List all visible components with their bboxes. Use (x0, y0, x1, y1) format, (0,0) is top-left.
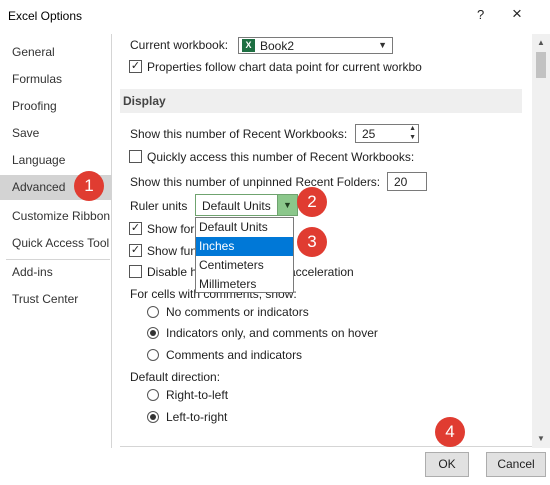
ruler-units-value: Default Units (202, 199, 271, 213)
indicators-only-label: Indicators only, and comments on hover (166, 326, 378, 340)
default-direction-label: Default direction: (130, 370, 221, 384)
left-to-right-radio[interactable] (147, 411, 159, 423)
show-function-screentips-label: Show fun (147, 244, 198, 258)
callout-badge-1: 1 (74, 171, 104, 201)
sidebar-item-proofing[interactable]: Proofing (0, 94, 112, 119)
recent-workbooks-value: 25 (362, 127, 376, 141)
sidebar-item-add-ins[interactable]: Add-ins (0, 260, 112, 285)
ruler-option-centimeters[interactable]: Centimeters (196, 256, 293, 275)
ok-button[interactable]: OK (425, 452, 469, 477)
quick-access-label: Quickly access this number of Recent Wor… (147, 150, 415, 164)
indicators-only-radio[interactable] (147, 327, 159, 339)
sidebar-item-customize-ribbon[interactable]: Customize Ribbon (0, 204, 112, 229)
footer-divider (120, 446, 532, 447)
ruler-units-label: Ruler units (130, 199, 188, 213)
scrollbar-thumb[interactable] (536, 52, 546, 78)
scroll-down-icon[interactable]: ▼ (537, 434, 545, 443)
recent-workbooks-spinner[interactable]: 25 ▲ ▼ (355, 124, 419, 143)
sidebar-item-general[interactable]: General (0, 40, 112, 65)
no-comments-label: No comments or indicators (166, 305, 309, 319)
quick-access-checkbox[interactable] (129, 150, 142, 163)
comments-and-indicators-label: Comments and indicators (166, 348, 303, 362)
disable-hardware-label-start: Disable h (147, 265, 198, 279)
sidebar-item-formulas[interactable]: Formulas (0, 67, 112, 92)
sidebar-item-quick-access-toolbar[interactable]: Quick Access Tool (0, 231, 112, 256)
ruler-option-inches[interactable]: Inches (196, 237, 293, 256)
callout-badge-3: 3 (297, 227, 327, 257)
properties-follow-label: Properties follow chart data point for c… (147, 60, 422, 74)
current-workbook-value: Book2 (260, 39, 295, 53)
current-workbook-select[interactable]: X Book2 ▼ (238, 37, 393, 54)
cancel-button[interactable]: Cancel (486, 452, 546, 477)
right-to-left-label: Right-to-left (166, 388, 229, 402)
comments-and-indicators-radio[interactable] (147, 349, 159, 361)
sidebar-item-trust-center[interactable]: Trust Center (0, 287, 112, 312)
unpinned-folders-value: 20 (394, 175, 408, 189)
show-function-screentips-checkbox[interactable]: ✓ (129, 244, 142, 257)
right-to-left-radio[interactable] (147, 389, 159, 401)
display-section-header: Display (120, 89, 522, 113)
close-icon[interactable]: × (512, 4, 522, 24)
left-to-right-label: Left-to-right (166, 410, 228, 424)
display-section-title: Display (123, 94, 166, 108)
ruler-units-dropdown-list: Default Units Inches Centimeters Millime… (195, 217, 294, 293)
spinner-arrows-icon[interactable]: ▲ ▼ (409, 124, 416, 142)
recent-workbooks-label: Show this number of Recent Workbooks: (130, 127, 348, 141)
title-bar: Excel Options ? × (0, 0, 550, 32)
ruler-units-select[interactable]: Default Units ▼ (195, 194, 298, 216)
sidebar-item-save[interactable]: Save (0, 121, 112, 146)
scroll-up-icon[interactable]: ▲ (537, 38, 545, 47)
sidebar-item-language[interactable]: Language (0, 148, 112, 173)
disable-hardware-label-end: acceleration (289, 265, 354, 279)
ruler-option-default-units[interactable]: Default Units (196, 218, 293, 237)
window-title: Excel Options (8, 9, 83, 23)
no-comments-radio[interactable] (147, 306, 159, 318)
disable-hardware-acceleration-checkbox[interactable] (129, 265, 142, 278)
show-formula-bar-label: Show for (147, 222, 195, 236)
callout-badge-2: 2 (297, 187, 327, 217)
excel-workbook-icon: X (242, 39, 255, 52)
properties-follow-checkbox[interactable]: ✓ (129, 60, 142, 73)
unpinned-folders-label: Show this number of unpinned Recent Fold… (130, 175, 381, 189)
options-sidebar: General Formulas Proofing Save Language … (0, 34, 112, 448)
current-workbook-label: Current workbook: (130, 38, 229, 52)
help-icon[interactable]: ? (477, 7, 484, 22)
chevron-down-icon[interactable]: ▼ (277, 195, 297, 215)
show-formula-bar-checkbox[interactable]: ✓ (129, 222, 142, 235)
callout-badge-4: 4 (435, 417, 465, 447)
unpinned-folders-spinner[interactable]: 20 (387, 172, 427, 191)
content-scrollbar[interactable]: ▲ ▼ (532, 34, 550, 448)
ruler-option-millimeters[interactable]: Millimeters (196, 275, 293, 294)
chevron-down-icon: ▼ (378, 40, 387, 50)
